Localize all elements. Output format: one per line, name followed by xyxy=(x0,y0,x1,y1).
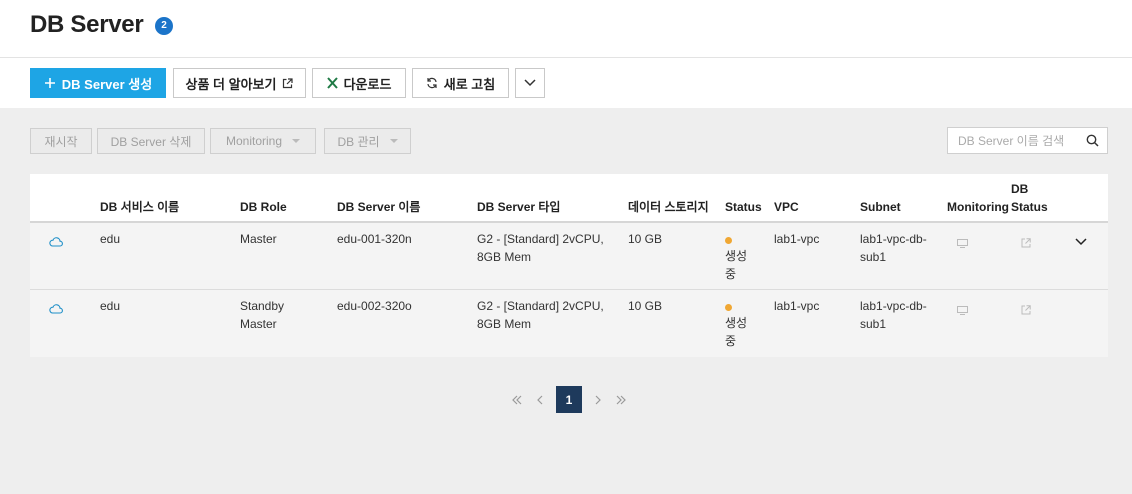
cell-status-line1: 생성 xyxy=(725,249,748,263)
create-db-server-button[interactable]: DB Server 생성 xyxy=(30,68,166,98)
cell-subnet-line1: lab1-vpc-db- xyxy=(860,232,927,246)
cell-server-type-line2: 8GB Mem xyxy=(477,250,532,264)
col-server-name: DB Server 이름 xyxy=(337,200,421,214)
col-server-type: DB Server 타입 xyxy=(477,200,561,214)
download-button[interactable]: 다운로드 xyxy=(312,68,406,98)
page-header: DB Server 2 xyxy=(0,0,1132,58)
db-manage-dropdown[interactable]: DB 관리 xyxy=(324,128,411,154)
learn-more-label: 상품 더 알아보기 xyxy=(185,76,277,92)
first-page-icon[interactable] xyxy=(510,386,524,414)
toolbar: DB Server 생성 상품 더 알아보기 다운로드 새로 고침 xyxy=(0,58,1132,108)
cell-db-role-line2: Master xyxy=(240,317,277,331)
col-status: Status xyxy=(725,200,762,214)
cell-server-type-line2: 8GB Mem xyxy=(477,317,532,331)
caret-down-icon xyxy=(389,139,398,143)
col-db-status-line2: Status xyxy=(1011,200,1048,214)
cell-db-role: Master xyxy=(240,232,277,246)
chevron-down-icon[interactable] xyxy=(1075,233,1087,251)
monitoring-label: Monitoring xyxy=(225,134,283,148)
table-header: DB 서비스 이름 DB Role DB Server 이름 DB Server… xyxy=(30,174,1108,223)
refresh-button[interactable]: 새로 고침 xyxy=(412,68,509,98)
caret-down-icon xyxy=(292,139,301,143)
cell-subnet-line2: sub1 xyxy=(860,250,887,264)
cell-server-type-line1: G2 - [Standard] 2vCPU, xyxy=(477,232,604,246)
excel-icon xyxy=(326,77,338,89)
plus-icon xyxy=(44,77,56,89)
table-row[interactable]: edu Standby Master edu-002-320o G2 - [St… xyxy=(30,290,1108,357)
content-area: 재시작 DB Server 삭제 Monitoring DB 관리 DB 서비스… xyxy=(0,108,1132,494)
cell-storage: 10 GB xyxy=(628,299,663,313)
download-label: 다운로드 xyxy=(343,76,392,92)
count-badge: 2 xyxy=(155,17,173,35)
prev-page-icon[interactable] xyxy=(534,386,546,414)
cell-subnet-line2: sub1 xyxy=(860,317,887,331)
db-manage-label: DB 관리 xyxy=(337,134,380,149)
col-db-role: DB Role xyxy=(240,200,287,214)
table-row[interactable]: edu Master edu-001-320n G2 - [Standard] … xyxy=(30,223,1108,290)
status-dot xyxy=(725,304,732,311)
cloud-icon xyxy=(49,301,63,319)
cell-status-line1: 생성 xyxy=(725,316,748,330)
cell-service-name: edu xyxy=(100,232,121,246)
cell-service-name: edu xyxy=(100,299,121,313)
cell-subnet-line1: lab1-vpc-db- xyxy=(860,299,927,313)
monitor-icon[interactable] xyxy=(957,235,968,253)
chevron-down-icon xyxy=(524,79,536,87)
monitor-icon[interactable] xyxy=(957,302,968,320)
cell-vpc: lab1-vpc xyxy=(774,232,820,246)
search-icon[interactable] xyxy=(1086,134,1099,152)
learn-more-button[interactable]: 상품 더 알아보기 xyxy=(173,68,306,98)
cell-status-line2: 중 xyxy=(725,267,737,281)
status-dot xyxy=(725,237,732,244)
search-box xyxy=(947,127,1108,154)
delete-label: DB Server 삭제 xyxy=(110,134,192,149)
cell-server-name: edu-002-320o xyxy=(337,299,412,313)
external-link-icon xyxy=(282,77,294,89)
col-vpc: VPC xyxy=(774,200,799,214)
cell-status-line2: 중 xyxy=(725,334,737,348)
restart-button[interactable]: 재시작 xyxy=(30,128,92,154)
cell-server-name: edu-001-320n xyxy=(337,232,412,246)
cell-vpc: lab1-vpc xyxy=(774,299,820,313)
external-link-icon[interactable] xyxy=(1021,235,1031,253)
cell-storage: 10 GB xyxy=(628,232,663,246)
restart-label: 재시작 xyxy=(44,134,78,149)
monitoring-dropdown[interactable]: Monitoring xyxy=(210,128,316,154)
cell-db-role-line1: Standby xyxy=(240,299,285,313)
delete-db-server-button[interactable]: DB Server 삭제 xyxy=(97,128,205,154)
col-service-name: DB 서비스 이름 xyxy=(100,200,180,214)
db-server-table: DB 서비스 이름 DB Role DB Server 이름 DB Server… xyxy=(30,174,1108,357)
col-storage: 데이터 스토리지 xyxy=(628,200,709,214)
col-db-status-line1: DB xyxy=(1011,182,1029,196)
cell-server-type-line1: G2 - [Standard] 2vCPU, xyxy=(477,299,604,313)
next-page-icon[interactable] xyxy=(592,386,604,414)
search-input[interactable] xyxy=(958,132,1078,150)
col-subnet: Subnet xyxy=(860,200,901,214)
refresh-label: 새로 고침 xyxy=(443,76,496,92)
pagination: 1 xyxy=(0,386,1132,414)
last-page-icon[interactable] xyxy=(614,386,628,414)
col-monitoring: Monitoring xyxy=(947,200,1009,214)
external-link-icon[interactable] xyxy=(1021,302,1031,320)
page-button-current[interactable]: 1 xyxy=(556,386,582,413)
page-title: DB Server xyxy=(30,11,144,38)
refresh-icon xyxy=(426,77,438,89)
cloud-icon xyxy=(49,234,63,252)
more-actions-dropdown[interactable] xyxy=(515,68,545,98)
create-button-label: DB Server 생성 xyxy=(61,76,153,92)
